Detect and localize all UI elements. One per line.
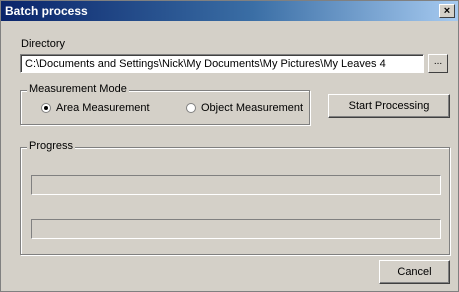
- radio-object-measurement[interactable]: Object Measurement: [186, 102, 303, 114]
- progress-bar-secondary: [31, 219, 441, 239]
- window-title: Batch process: [5, 4, 88, 18]
- progress-title: Progress: [27, 140, 76, 152]
- progress-group: Progress: [20, 140, 450, 255]
- measurement-mode-group: Measurement Mode Area Measurement Object…: [20, 83, 310, 125]
- directory-input[interactable]: [20, 54, 424, 73]
- radio-object-label: Object Measurement: [201, 102, 304, 114]
- progress-bar-primary: [31, 175, 441, 195]
- browse-button[interactable]: ...: [428, 54, 448, 73]
- start-processing-button[interactable]: Start Processing: [328, 94, 450, 118]
- ellipsis-icon: ...: [433, 56, 443, 67]
- radio-area-label: Area Measurement: [56, 102, 150, 114]
- radio-area-measurement[interactable]: Area Measurement: [41, 102, 150, 114]
- title-bar[interactable]: Batch process ×: [1, 1, 458, 21]
- measurement-mode-title: Measurement Mode: [27, 83, 129, 95]
- close-button[interactable]: ×: [439, 4, 455, 18]
- batch-process-dialog: Batch process × Directory ... Measuremen…: [0, 0, 459, 292]
- close-icon: ×: [443, 5, 451, 17]
- radio-unchecked-icon: [186, 103, 196, 113]
- directory-label: Directory: [21, 38, 66, 50]
- radio-checked-icon: [41, 103, 51, 113]
- cancel-button[interactable]: Cancel: [379, 260, 450, 284]
